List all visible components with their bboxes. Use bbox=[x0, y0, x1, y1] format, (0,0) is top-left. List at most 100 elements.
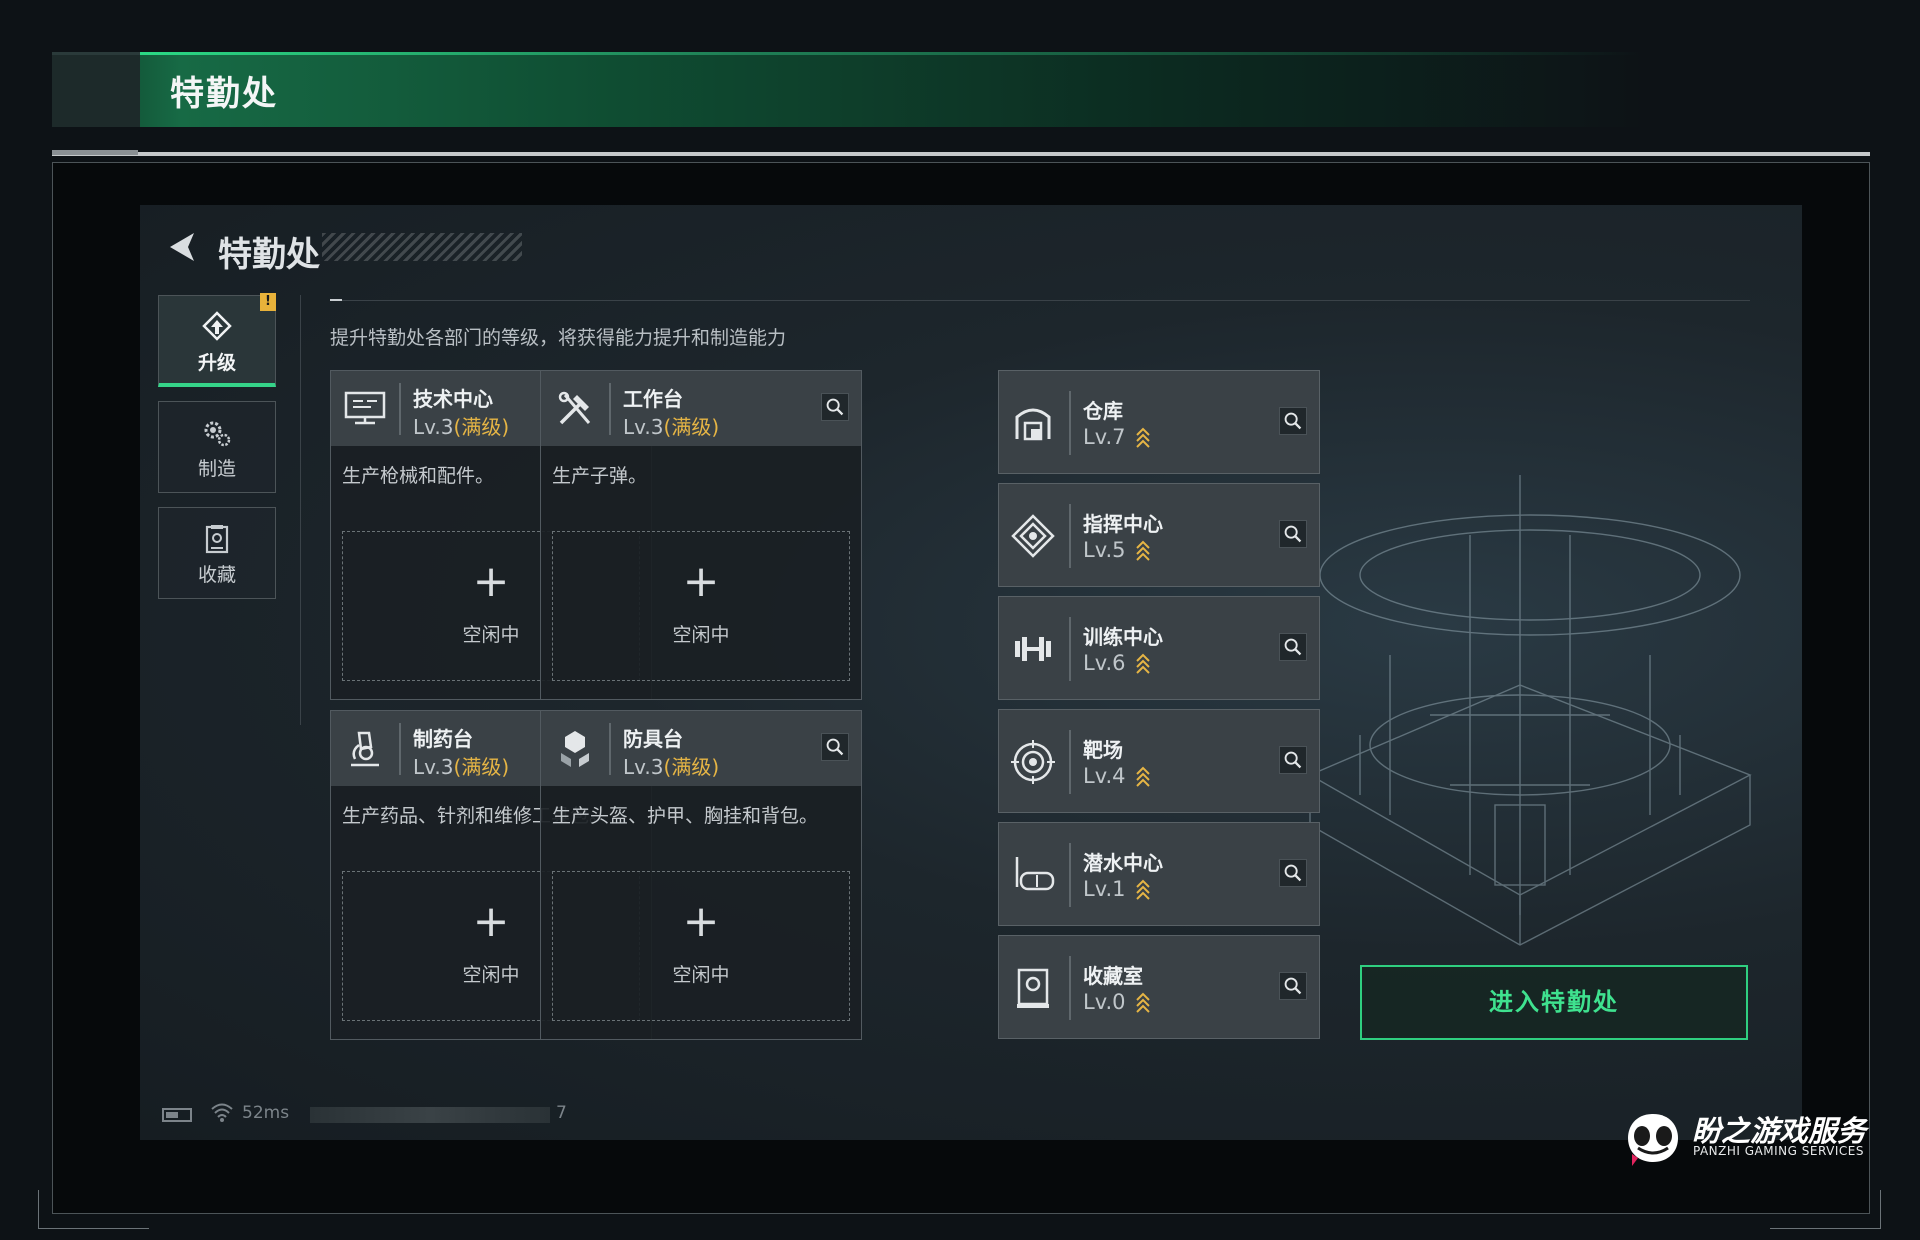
nav-tab-collection[interactable]: 收藏 bbox=[158, 507, 276, 599]
department-description: 生产子弹。 bbox=[552, 465, 648, 487]
production-slot[interactable]: + 空闲中 bbox=[552, 531, 850, 681]
card-divider bbox=[399, 723, 401, 775]
screen-title: 特勤处 bbox=[218, 235, 320, 275]
nav-alert-badge: ! bbox=[260, 293, 276, 311]
max-level-tag: (满级) bbox=[453, 755, 510, 779]
max-level-tag: (满级) bbox=[663, 415, 720, 439]
frame-corner-bottom-right bbox=[1770, 1190, 1881, 1229]
building-wireframe-illustration bbox=[1308, 475, 1752, 946]
ping-readout: 52ms bbox=[242, 1103, 290, 1123]
upgrade-arrow-icon bbox=[1136, 992, 1150, 1013]
search-icon[interactable] bbox=[821, 733, 849, 761]
department-level: Lv.3(满级) bbox=[623, 415, 720, 439]
facility-collection-room[interactable]: 收藏室 Lv.0 bbox=[998, 935, 1320, 1039]
facility-shooting-range[interactable]: 靶场 Lv.4 bbox=[998, 709, 1320, 813]
department-name: 工作台 bbox=[623, 387, 683, 411]
facility-level: Lv.4 bbox=[1083, 764, 1126, 788]
dumbbell-icon bbox=[1015, 637, 1051, 661]
collection-icon bbox=[205, 525, 229, 554]
enter-special-ops-button[interactable]: 进入特勤处 bbox=[1360, 965, 1748, 1040]
nav-divider bbox=[300, 295, 301, 725]
card-divider bbox=[1069, 391, 1071, 455]
slot-status: 空闲中 bbox=[672, 964, 730, 986]
max-level-tag: (满级) bbox=[663, 755, 720, 779]
warehouse-icon bbox=[1015, 408, 1051, 441]
department-description: 生产枪械和配件。 bbox=[342, 465, 495, 487]
facility-name: 指挥中心 bbox=[1083, 512, 1163, 536]
wifi-icon bbox=[211, 1103, 233, 1122]
card-divider bbox=[1069, 843, 1071, 907]
facility-training-center[interactable]: 训练中心 Lv.6 bbox=[998, 596, 1320, 700]
game-screen: 特勤处 提升特勤处各部门的等级，将获得能力提升和制造能力 升级 ! 制造 收藏 bbox=[140, 205, 1802, 1140]
card-divider bbox=[1069, 956, 1071, 1020]
banner-accent-line bbox=[140, 52, 1640, 55]
upgrade-arrow-icon bbox=[1136, 879, 1150, 900]
search-icon[interactable] bbox=[821, 393, 849, 421]
facility-level: Lv.0 bbox=[1083, 990, 1126, 1014]
department-card-workbench[interactable]: 工作台 Lv.3(满级) 生产子弹。 + 空闲中 bbox=[540, 370, 862, 700]
search-icon[interactable] bbox=[1279, 520, 1307, 548]
search-icon[interactable] bbox=[1279, 859, 1307, 887]
card-divider bbox=[1069, 504, 1071, 568]
panda-logo-icon bbox=[1628, 1114, 1678, 1166]
production-slot[interactable]: + 空闲中 bbox=[552, 871, 850, 1021]
target-icon bbox=[1011, 740, 1055, 784]
facility-diving-center[interactable]: 潜水中心 Lv.1 bbox=[998, 822, 1320, 926]
title-hatch-decoration bbox=[322, 233, 522, 261]
status-bar-redacted bbox=[310, 1107, 550, 1123]
facility-name: 训练中心 bbox=[1083, 625, 1163, 649]
nav-label-collection: 收藏 bbox=[197, 564, 236, 586]
upgrade-arrow-icon bbox=[1136, 540, 1150, 561]
search-icon[interactable] bbox=[1279, 407, 1307, 435]
card-divider bbox=[399, 383, 401, 435]
status-number: 7 bbox=[556, 1103, 567, 1123]
card-divider bbox=[1069, 730, 1071, 794]
nav-label-craft: 制造 bbox=[197, 458, 236, 480]
facility-level: Lv.7 bbox=[1083, 425, 1126, 449]
display-case-icon bbox=[1017, 968, 1049, 1008]
search-icon[interactable] bbox=[1279, 633, 1307, 661]
diving-mask-icon bbox=[1015, 857, 1055, 891]
nav-tab-upgrade[interactable]: 升级 bbox=[158, 295, 276, 387]
back-arrow-icon[interactable] bbox=[162, 227, 202, 267]
facility-name: 仓库 bbox=[1083, 399, 1123, 423]
header-rule bbox=[330, 300, 1750, 301]
facility-warehouse[interactable]: 仓库 Lv.7 bbox=[998, 370, 1320, 474]
plus-icon: + bbox=[682, 556, 720, 607]
separator-accent bbox=[52, 150, 138, 155]
gears-icon bbox=[204, 421, 231, 447]
plus-icon: + bbox=[682, 896, 720, 947]
department-name: 制药台 bbox=[413, 727, 473, 751]
upgrade-arrow-icon bbox=[1136, 766, 1150, 787]
armor-icon bbox=[561, 731, 589, 767]
upgrade-icon bbox=[202, 311, 232, 341]
department-name: 防具台 bbox=[623, 727, 683, 751]
facility-level: Lv.6 bbox=[1083, 651, 1126, 675]
department-card-armor-bench[interactable]: 防具台 Lv.3(满级) 生产头盔、护甲、胸挂和背包。 + 空闲中 bbox=[540, 710, 862, 1040]
nav-tab-craft[interactable]: 制造 bbox=[158, 401, 276, 493]
facility-level: Lv.5 bbox=[1083, 538, 1126, 562]
separator-line bbox=[52, 152, 1870, 156]
banner-left-block bbox=[52, 52, 140, 127]
facility-command-center[interactable]: 指挥中心 Lv.5 bbox=[998, 483, 1320, 587]
search-icon[interactable] bbox=[1279, 746, 1307, 774]
banner-strip bbox=[52, 52, 1652, 127]
facility-level: Lv.1 bbox=[1083, 877, 1126, 901]
tools-icon bbox=[558, 391, 591, 425]
microscope-icon bbox=[351, 731, 379, 767]
department-name: 技术中心 bbox=[413, 387, 493, 411]
max-level-tag: (满级) bbox=[453, 415, 510, 439]
card-divider bbox=[609, 383, 611, 435]
header-rule-mark bbox=[330, 299, 342, 301]
nav-label-upgrade: 升级 bbox=[197, 352, 236, 374]
battery-level bbox=[166, 1112, 178, 1118]
search-icon[interactable] bbox=[1279, 972, 1307, 1000]
department-description: 生产头盔、护甲、胸挂和背包。 bbox=[552, 805, 819, 827]
facility-name: 靶场 bbox=[1083, 738, 1123, 762]
monitor-icon bbox=[344, 391, 386, 425]
slot-status: 空闲中 bbox=[672, 624, 730, 646]
upgrade-arrow-icon bbox=[1136, 427, 1150, 448]
department-level: Lv.3(满级) bbox=[413, 755, 510, 779]
banner-title: 特勤处 bbox=[170, 74, 278, 114]
card-divider bbox=[1069, 617, 1071, 681]
